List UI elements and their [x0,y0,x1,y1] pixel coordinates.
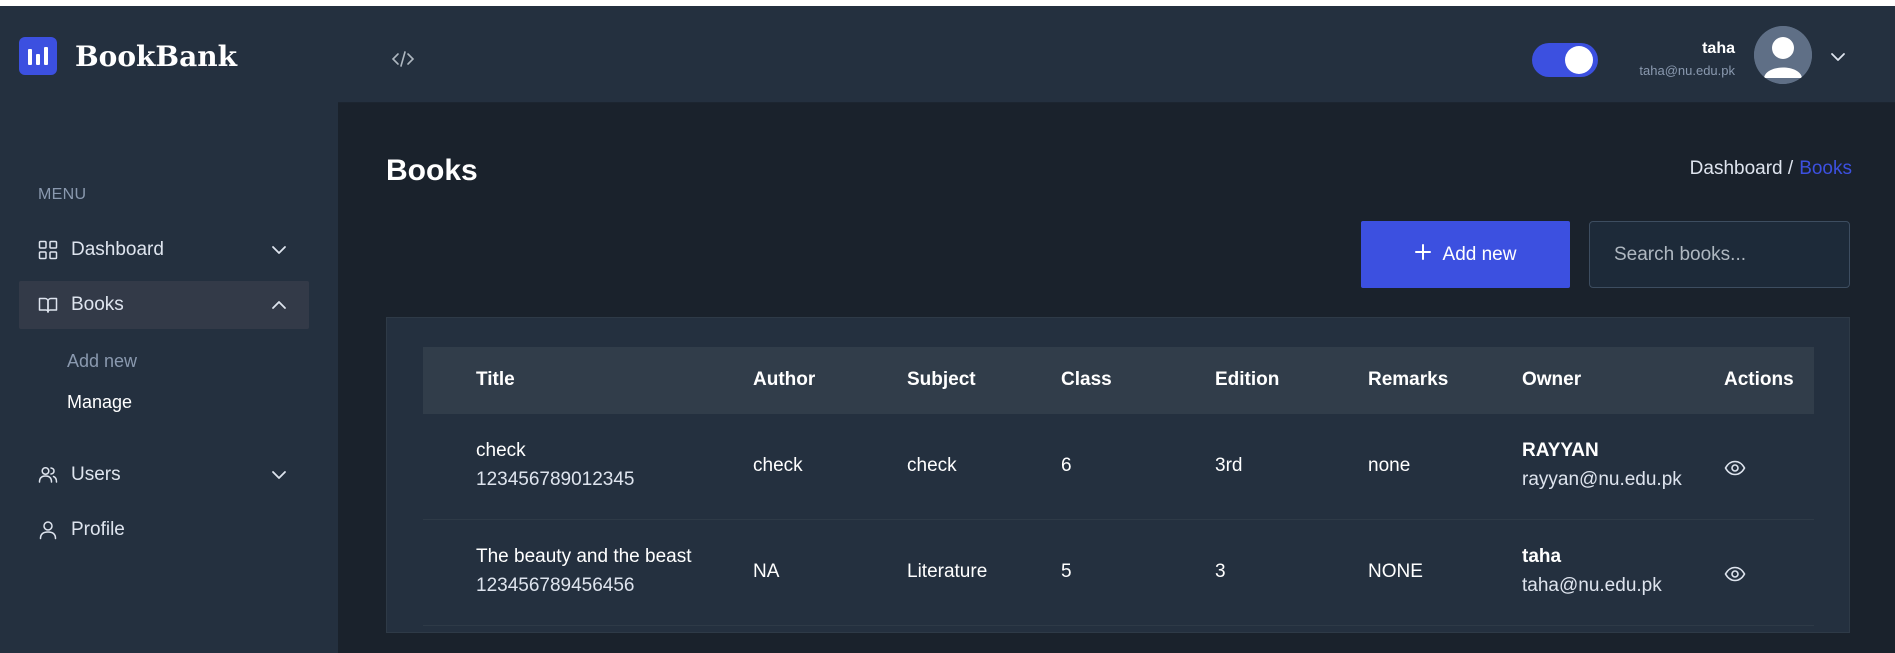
owner-name: taha [1522,546,1562,567]
book-icon [38,295,58,315]
cell-class: 6 [1061,455,1072,476]
dark-mode-toggle[interactable] [1532,43,1598,77]
cell-remarks: none [1368,455,1411,476]
user-icon [38,520,58,540]
sidebar-item-label: Dashboard [71,239,164,260]
sidebar-subitem-add-new[interactable]: Add new [67,351,137,372]
grid-icon [38,240,58,260]
add-new-label: Add new [1442,243,1517,265]
table-row: check 123456789012345 check check 6 3rd … [423,414,1814,520]
cell-subject: Literature [907,561,988,582]
breadcrumb: Dashboard / Books [1690,158,1852,180]
owner-email: taha@nu.edu.pk [1522,575,1662,596]
sidebar-item-label: Profile [71,519,125,540]
user-name[interactable]: taha [1702,40,1735,58]
book-title: check [476,440,526,461]
breadcrumb-dashboard-link[interactable]: Dashboard / [1690,158,1794,180]
column-header-edition: Edition [1215,369,1280,390]
sidebar-toggle-code-icon[interactable] [388,48,418,70]
cell-title: check 123456789012345 [476,440,635,491]
column-header-actions: Actions [1724,369,1794,390]
book-title: The beauty and the beast [476,546,692,567]
search-input[interactable] [1589,221,1850,288]
owner-name: RAYYAN [1522,440,1599,461]
user-email[interactable]: taha@nu.edu.pk [1639,63,1735,78]
sidebar-item-label: Users [71,464,121,485]
chevron-down-icon [271,242,287,258]
column-header-remarks: Remarks [1368,369,1449,390]
sidebar: MENU Dashboard Books Add new Manage User… [0,102,338,653]
books-table: Title Author Subject Class Edition Remar… [386,317,1850,633]
users-icon [38,465,58,485]
sidebar-item-books[interactable]: Books [19,281,309,329]
cell-subject: check [907,455,957,476]
sidebar-subitem-manage[interactable]: Manage [67,392,132,413]
logo-icon [19,37,57,75]
column-header-title: Title [476,369,515,390]
cell-remarks: NONE [1368,561,1423,582]
eye-icon[interactable] [1724,457,1746,479]
column-header-owner: Owner [1522,369,1582,390]
sidebar-item-dashboard[interactable]: Dashboard [19,226,309,274]
toggle-knob [1565,46,1593,74]
add-new-button[interactable]: Add new [1361,221,1570,288]
breadcrumb-current: Books [1799,158,1852,179]
brand-name: BookBank [75,40,237,73]
sidebar-item-users[interactable]: Users [19,451,309,499]
avatar[interactable] [1754,26,1812,84]
book-isbn: 123456789456456 [476,575,635,596]
page-title: Books [386,154,478,187]
table-header: Title Author Subject Class Edition Remar… [423,347,1814,414]
cell-author: check [753,455,803,476]
cell-edition: 3 [1215,561,1226,582]
top-header: BookBank taha taha@nu.edu.pk [0,6,1895,102]
column-header-author: Author [753,369,816,390]
eye-icon[interactable] [1724,563,1746,585]
column-header-subject: Subject [907,369,976,390]
book-isbn: 123456789012345 [476,469,635,490]
sidebar-item-label: Books [71,294,124,315]
owner-email: rayyan@nu.edu.pk [1522,469,1682,490]
column-header-class: Class [1061,369,1112,390]
app-window: BookBank taha taha@nu.edu.pk MENU Dashbo… [0,6,1895,653]
cell-owner: taha taha@nu.edu.pk [1522,546,1662,597]
menu-section-label: MENU [38,186,87,203]
plus-icon [1414,243,1431,266]
table-row: The beauty and the beast 123456789456456… [423,520,1814,626]
chevron-down-icon[interactable] [1829,48,1847,66]
sidebar-item-profile[interactable]: Profile [19,506,309,554]
cell-author: NA [753,561,780,582]
chevron-down-icon [271,467,287,483]
cell-title: The beauty and the beast 123456789456456 [476,546,692,597]
cell-class: 5 [1061,561,1072,582]
cell-edition: 3rd [1215,455,1243,476]
cell-owner: RAYYAN rayyan@nu.edu.pk [1522,440,1682,491]
chevron-up-icon [271,297,287,313]
